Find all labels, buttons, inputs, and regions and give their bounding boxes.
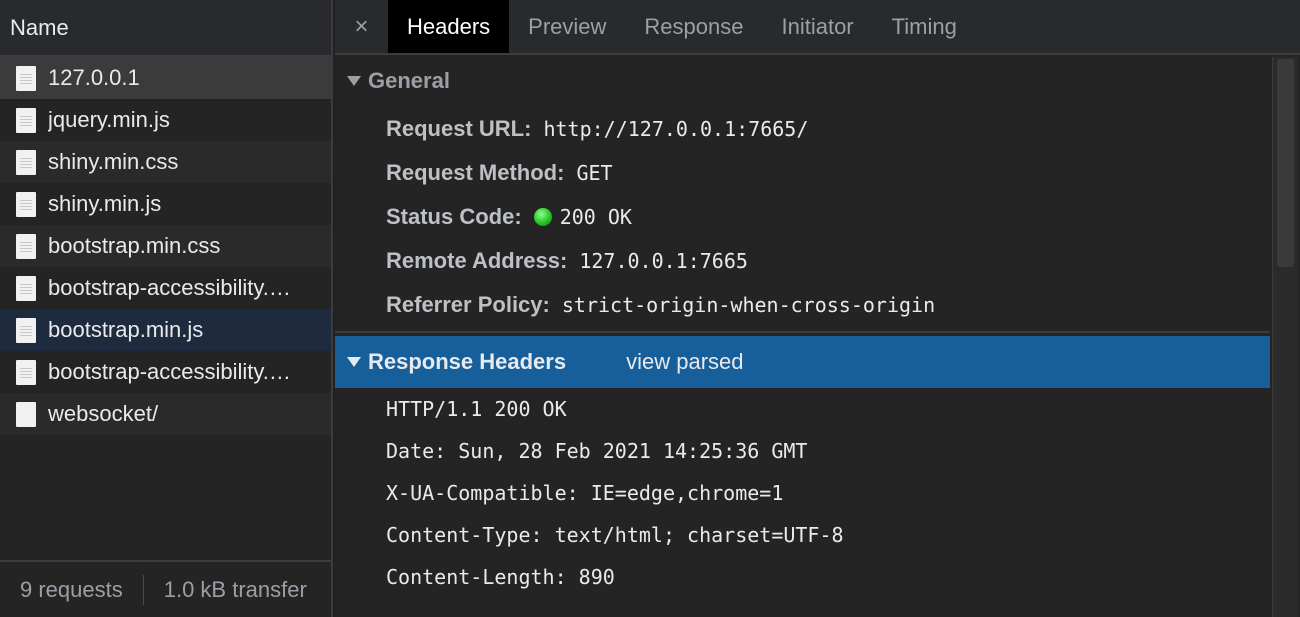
response-headers-section-toggle[interactable]: Response Headers view parsed [335, 336, 1270, 388]
name-column-header[interactable]: Name [0, 0, 331, 57]
document-icon [16, 233, 36, 259]
raw-header-line: X-UA-Compatible: IE=edge,chrome=1 [386, 481, 784, 505]
request-row-bootstrap-js[interactable]: bootstrap.min.js [0, 309, 331, 351]
raw-header-line: Content-Type: text/html; charset=UTF-8 [386, 523, 844, 547]
detail-tab-bar: × Headers Preview Response Initiator Tim… [335, 0, 1300, 55]
header-key: Status Code: [386, 204, 522, 229]
general-section-toggle[interactable]: General [335, 55, 1270, 107]
request-name: 127.0.0.1 [48, 65, 140, 90]
request-row-websocket[interactable]: websocket/ [0, 393, 331, 435]
header-key: Request Method: [386, 160, 565, 185]
header-value: http://127.0.0.1:7665/ [543, 117, 809, 141]
triangle-down-icon [347, 76, 361, 86]
request-name: bootstrap-accessibility.… [48, 359, 291, 384]
remote-address-row: Remote Address: 127.0.0.1:7665 [335, 239, 1270, 283]
triangle-down-icon [347, 357, 361, 367]
name-column-label: Name [10, 14, 69, 40]
vertical-scrollbar[interactable] [1272, 57, 1298, 617]
status-ok-icon [533, 208, 552, 226]
general-section-title: General [368, 68, 450, 93]
document-icon [16, 191, 36, 217]
document-icon [16, 149, 36, 175]
tab-response[interactable]: Response [625, 0, 762, 53]
view-parsed-link[interactable]: view parsed [626, 349, 743, 375]
blank-document-icon [16, 401, 36, 427]
section-divider [335, 331, 1270, 333]
status-bar: 9 requests 1.0 kB transfer [0, 560, 331, 617]
raw-header-line: HTTP/1.1 200 OK [386, 397, 567, 421]
document-icon [16, 107, 36, 133]
referrer-policy-row: Referrer Policy: strict-origin-when-cros… [335, 283, 1270, 327]
document-icon [16, 317, 36, 343]
request-detail-panel: × Headers Preview Response Initiator Tim… [335, 0, 1300, 617]
close-icon[interactable]: × [335, 0, 388, 53]
header-key: Request URL: [386, 116, 532, 141]
request-name: bootstrap-accessibility.… [48, 275, 291, 300]
request-row-jquery[interactable]: jquery.min.js [0, 99, 331, 141]
request-count: 9 requests [20, 576, 123, 602]
request-url-row: Request URL: http://127.0.0.1:7665/ [335, 107, 1270, 151]
request-name: shiny.min.js [48, 191, 162, 216]
tab-timing[interactable]: Timing [873, 0, 976, 53]
request-row-shiny-css[interactable]: shiny.min.css [0, 141, 331, 183]
request-row-shiny-js[interactable]: shiny.min.js [0, 183, 331, 225]
header-key: Referrer Policy: [386, 292, 550, 317]
request-method-row: Request Method: GET [335, 151, 1270, 195]
request-row-bootstrap-accessibility-1[interactable]: bootstrap-accessibility.… [0, 267, 331, 309]
document-icon [16, 359, 36, 385]
request-name: bootstrap.min.js [48, 317, 204, 342]
tab-initiator[interactable]: Initiator [762, 0, 872, 53]
header-key: Remote Address: [386, 248, 568, 273]
request-name: websocket/ [48, 401, 159, 426]
request-name: shiny.min.css [48, 149, 179, 174]
headers-content: General Request URL: http://127.0.0.1:76… [335, 55, 1270, 617]
raw-header-line: Date: Sun, 28 Feb 2021 14:25:36 GMT [386, 439, 808, 463]
header-value: 127.0.0.1:7665 [579, 249, 748, 273]
header-value: GET [576, 161, 613, 185]
document-icon [16, 275, 36, 301]
request-list: 127.0.0.1 jquery.min.js shiny.min.css sh… [0, 57, 331, 435]
status-code-row: Status Code: 200 OK [335, 195, 1270, 239]
request-list-panel: Name 127.0.0.1 jquery.min.js shiny.min.c… [0, 0, 333, 617]
request-row-bootstrap-css[interactable]: bootstrap.min.css [0, 225, 331, 267]
request-row-127-0-0-1[interactable]: 127.0.0.1 [0, 57, 331, 99]
scrollbar-thumb[interactable] [1277, 59, 1294, 267]
request-row-bootstrap-accessibility-2[interactable]: bootstrap-accessibility.… [0, 351, 331, 393]
response-headers-title: Response Headers [368, 349, 567, 374]
tab-preview[interactable]: Preview [509, 0, 625, 53]
document-icon [16, 65, 36, 91]
raw-header-line: Content-Length: 890 [386, 565, 615, 589]
transferred-size: 1.0 kB transfer [163, 576, 307, 602]
header-value: strict-origin-when-cross-origin [561, 293, 936, 317]
request-name: bootstrap.min.css [48, 233, 221, 258]
header-value: 200 OK [559, 205, 632, 229]
request-name: jquery.min.js [48, 107, 170, 132]
tab-headers[interactable]: Headers [388, 0, 510, 53]
